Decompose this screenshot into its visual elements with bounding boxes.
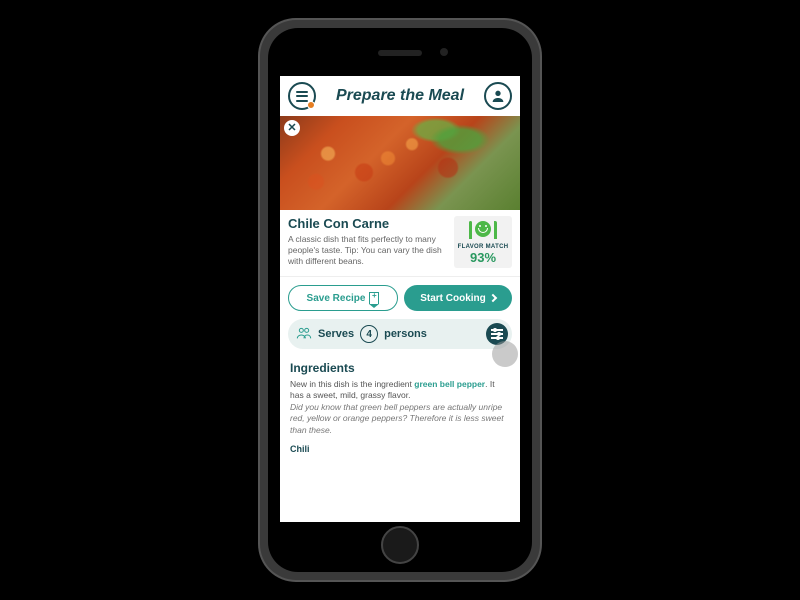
- recipe-info: Chile Con Carne A classic dish that fits…: [288, 216, 448, 268]
- ingredients-intro: New in this dish is the ingredient green…: [290, 379, 510, 402]
- page-title: Prepare the Meal: [336, 87, 464, 105]
- recipe-description: A classic dish that fits perfectly to ma…: [288, 234, 448, 267]
- phone-bezel: Prepare the Meal ✕ Chile Con Carne A cla…: [268, 28, 532, 572]
- ingredients-section: Ingredients New in this dish is the ingr…: [280, 357, 520, 458]
- flavor-match-badge: FLAVOR MATCH 93%: [454, 216, 512, 268]
- save-recipe-button[interactable]: Save Recipe: [288, 285, 398, 311]
- notification-dot-icon: [307, 101, 315, 109]
- touch-indicator-icon: [492, 341, 518, 367]
- start-cooking-button[interactable]: Start Cooking: [404, 285, 512, 311]
- profile-button[interactable]: [484, 82, 512, 110]
- recipe-summary: Chile Con Carne A classic dish that fits…: [280, 210, 520, 277]
- home-button[interactable]: [381, 526, 419, 564]
- ingredients-heading: Ingredients: [290, 361, 510, 375]
- ingredient-item: Chili: [290, 444, 510, 454]
- bookmark-add-icon: [369, 292, 379, 304]
- phone-frame: Prepare the Meal ✕ Chile Con Carne A cla…: [260, 20, 540, 580]
- serves-count[interactable]: 4: [360, 325, 378, 343]
- serves-control[interactable]: Serves 4 persons: [288, 319, 512, 349]
- ingredients-intro-a: New in this dish is the ingredient: [290, 379, 414, 389]
- app-header: Prepare the Meal: [280, 76, 520, 116]
- people-icon: [296, 326, 312, 343]
- action-row: Save Recipe Start Cooking: [280, 277, 520, 319]
- save-recipe-label: Save Recipe: [307, 293, 366, 304]
- recipe-title: Chile Con Carne: [288, 216, 448, 231]
- flavor-match-percent: 93%: [470, 250, 496, 265]
- serves-label-suffix: persons: [384, 328, 427, 340]
- chevron-right-icon: [489, 294, 497, 302]
- recipe-hero-image: ✕: [280, 116, 520, 210]
- serves-label-prefix: Serves: [318, 328, 354, 340]
- close-button[interactable]: ✕: [284, 120, 300, 136]
- sliders-icon: [491, 329, 503, 339]
- menu-button[interactable]: [288, 82, 316, 110]
- start-cooking-label: Start Cooking: [420, 293, 486, 304]
- flavor-match-icon: [469, 219, 497, 243]
- phone-camera: [440, 48, 448, 56]
- user-icon: [490, 88, 506, 104]
- app-screen: Prepare the Meal ✕ Chile Con Carne A cla…: [280, 76, 520, 522]
- ingredients-tip: Did you know that green bell peppers are…: [290, 402, 510, 436]
- hamburger-icon: [296, 91, 308, 102]
- ingredient-highlight[interactable]: green bell pepper: [414, 379, 485, 389]
- phone-speaker: [378, 50, 422, 56]
